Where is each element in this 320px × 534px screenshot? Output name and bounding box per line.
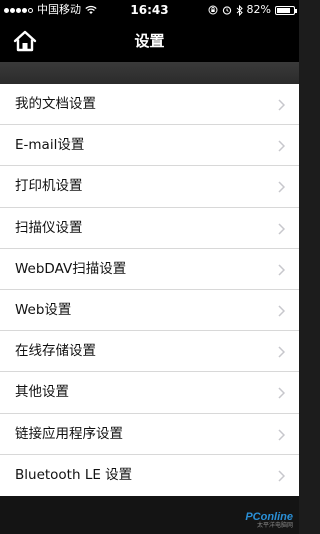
page-title: 设置	[134, 32, 165, 50]
settings-row-label: 在线存储设置	[15, 343, 96, 360]
settings-row[interactable]: 我的文档设置	[0, 84, 299, 126]
chevron-right-icon	[278, 346, 285, 358]
chevron-right-icon	[278, 428, 285, 441]
header-separator	[0, 62, 299, 84]
screen: 中国移动 16:43 82% 设置 我的文档设置 E-mail设置 打印机设置 …	[0, 0, 299, 534]
chevron-right-icon	[278, 223, 285, 235]
settings-row[interactable]: E-mail设置	[0, 125, 299, 167]
chevron-right-icon	[278, 181, 285, 193]
watermark-sub: 太平洋电脑网	[256, 523, 293, 530]
bottom-bar: PConline 太平洋电脑网	[0, 496, 299, 534]
battery-icon	[275, 5, 297, 15]
alarm-icon	[222, 6, 231, 15]
settings-row-label: WebDAV扫描设置	[15, 260, 127, 277]
settings-row-label: Web设置	[15, 301, 72, 318]
settings-row[interactable]: 其他设置	[0, 372, 299, 414]
settings-row-label: E-mail设置	[15, 137, 85, 154]
chevron-right-icon	[278, 99, 285, 111]
settings-row[interactable]: 在线存储设置	[0, 331, 299, 373]
chevron-right-icon	[278, 305, 285, 317]
settings-row[interactable]: 打印机设置	[0, 166, 299, 208]
chevron-right-icon	[278, 470, 285, 482]
lock-rotation-icon	[208, 5, 218, 15]
battery-fill	[277, 7, 290, 13]
battery-percent: 82%	[246, 3, 271, 16]
settings-row-label: Bluetooth LE 设置	[15, 466, 133, 483]
chevron-right-icon	[278, 387, 285, 399]
watermark-brand: PConline	[245, 511, 293, 524]
settings-row-label: 扫描仪设置	[15, 219, 83, 236]
chevron-right-icon	[278, 140, 285, 152]
watermark-logo: PConline 太平洋电脑网	[245, 511, 293, 530]
settings-row[interactable]: 扫描仪设置	[0, 208, 299, 249]
settings-list: 我的文档设置 E-mail设置 打印机设置扫描仪设置 WebDAV扫描设置 Web设置在…	[0, 84, 299, 496]
settings-row-label: 其他设置	[15, 384, 69, 401]
settings-row[interactable]: Bluetooth LE 设置	[0, 455, 299, 496]
chevron-right-icon	[278, 264, 285, 276]
nav-bar: 设置	[0, 20, 299, 62]
settings-row-label: 我的文档设置	[15, 96, 96, 112]
settings-row[interactable]: WebDAV扫描设置	[0, 249, 299, 290]
settings-row-label: 打印机设置	[15, 178, 83, 195]
settings-row-label: 链接应用程序设置	[15, 425, 123, 442]
bluetooth-icon	[236, 4, 243, 16]
settings-row[interactable]: Web设置	[0, 290, 299, 332]
settings-row[interactable]: 链接应用程序设置	[0, 414, 299, 455]
status-bar: 中国移动 16:43 82%	[0, 0, 299, 20]
status-right: 82%	[208, 0, 297, 20]
